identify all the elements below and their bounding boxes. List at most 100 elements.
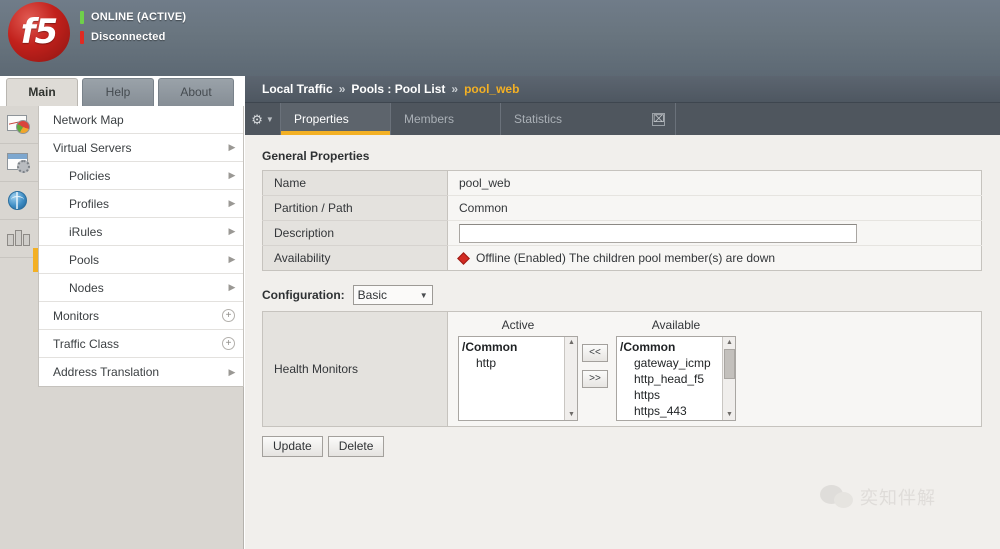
scroll-down-icon[interactable]: ▼ [565,409,577,420]
page-tab-strip: ⚙ ▼ Properties Members Statistics ⌧ [245,103,1000,135]
offline-diamond-icon [457,251,470,265]
sidebar-item-irules[interactable]: iRules ▶ [39,218,243,246]
wechat-watermark: 奕知伴解 [820,484,936,510]
table-row-name: Name pool_web [262,170,982,196]
general-properties-table: Name pool_web Partition / Path Common De… [262,170,982,271]
f5-bigip-admin-page: f5 ONLINE (ACTIVE) Disconnected Main Hel… [0,0,1000,549]
nav-tab-about[interactable]: About [158,78,234,106]
transfer-buttons: << >> [582,344,608,396]
chevron-right-icon: ▶ [228,366,236,377]
status-online-label: ONLINE (ACTIVE) [91,11,187,23]
chevron-down-icon: ▼ [265,114,274,124]
list-item[interactable]: /Common [462,339,564,355]
list-item[interactable]: http_head_f5 [620,371,722,387]
scroll-up-icon[interactable]: ▲ [723,337,735,348]
disconnected-indicator-icon [80,30,84,44]
health-monitors-control: Active Available /Common http ▲ ▼ << >> … [448,312,981,426]
sidebar-label-policies: Policies [69,168,111,183]
sidebar-item-monitors[interactable]: Monitors + [39,302,243,330]
nav-tab-main[interactable]: Main [6,78,78,106]
general-properties-title: General Properties [262,149,370,163]
scroll-down-icon[interactable]: ▼ [723,409,735,420]
active-list-header: Active [501,318,535,332]
plus-circle-icon[interactable]: + [222,337,235,350]
tab-statistics-label: Statistics [514,112,563,126]
left-sidebar: Statistics iApps DNS Local Traffic Netwo… [0,106,244,549]
sidebar-label-profiles: Profiles [69,196,110,211]
configuration-table: Health Monitors Active Available /Common… [262,311,982,427]
active-list-scrollbar[interactable]: ▲ ▼ [564,337,577,420]
scrollbar-thumb[interactable] [724,349,735,379]
move-right-button[interactable]: >> [582,370,608,388]
sidebar-item-network-map[interactable]: Network Map [39,106,243,134]
scroll-up-icon[interactable]: ▲ [565,337,577,348]
available-monitors-listbox[interactable]: /Common gateway_icmp http_head_f5 https … [616,336,736,421]
configuration-selected-value: Basic [357,288,387,302]
sidebar-item-pools[interactable]: Pools ▶ [33,246,243,274]
move-left-button[interactable]: << [582,344,608,362]
tab-properties-label: Properties [294,112,349,126]
properties-panel: General Properties Name pool_web Partiti… [245,135,1000,457]
dns-globe-icon [6,189,32,213]
sidebar-item-address-translation[interactable]: Address Translation ▶ [39,358,243,386]
popout-close-icon[interactable]: ⌧ [652,112,665,126]
tab-properties[interactable]: Properties [281,103,391,135]
tab-statistics[interactable]: Statistics ⌧ [501,103,676,135]
list-item[interactable]: https [620,387,722,403]
local-traffic-submenu: Network Map Virtual Servers ▶ Policies ▶… [33,106,244,387]
wechat-icon [820,484,854,510]
sidebar-item-nodes[interactable]: Nodes ▶ [39,274,243,302]
nav-tab-help[interactable]: Help [82,78,154,106]
list-item[interactable]: gateway_icmp [620,355,722,371]
description-input[interactable] [459,223,857,243]
configuration-label: Configuration: [262,288,345,302]
sidebar-item-virtual-servers[interactable]: Virtual Servers ▶ [39,134,243,162]
tab-members-label: Members [404,112,455,126]
value-partition-path: Common [447,195,982,221]
table-row-availability: Availability Offline (Enabled) The child… [262,245,982,271]
sidebar-item-profiles[interactable]: Profiles ▶ [39,190,243,218]
chevron-right-icon: ▶ [228,254,236,264]
available-list-header: Available [651,318,701,332]
chevron-right-icon: ▶ [228,198,236,208]
list-item[interactable]: https_443 [620,403,722,419]
watermark-text: 奕知伴解 [860,488,936,508]
content-area: Local Traffic » Pools : Pool List » pool… [245,76,1000,549]
list-item[interactable]: http [462,355,564,371]
sidebar-label-irules: iRules [69,224,103,239]
gear-menu-button[interactable]: ⚙ ▼ [245,103,281,135]
iapps-window-gear-icon [6,151,32,175]
delete-button[interactable]: Delete [327,436,385,457]
f5-logo-icon[interactable]: f5 [8,2,70,64]
breadcrumb-item-local-traffic[interactable]: Local Traffic [262,82,333,96]
sidebar-item-policies[interactable]: Policies ▶ [39,162,243,190]
status-row-connection: Disconnected [80,29,186,45]
list-item[interactable]: /Common [620,339,722,355]
gear-icon: ⚙ [251,111,263,127]
value-availability: Offline (Enabled) The children pool memb… [447,245,982,271]
sidebar-label-pools: Pools [69,252,100,267]
breadcrumb-current-pool: pool_web [464,82,520,96]
breadcrumb: Local Traffic » Pools : Pool List » pool… [245,76,1000,103]
tab-members[interactable]: Members [391,103,501,135]
active-monitors-listbox[interactable]: /Common http ▲ ▼ [458,336,578,421]
sidebar-label-address-translation: Address Translation [53,365,160,379]
chevron-right-icon: ▶ [228,142,236,152]
configuration-select[interactable]: Basic ▼ [352,285,433,305]
update-button[interactable]: Update [262,436,323,457]
plus-circle-icon[interactable]: + [222,309,235,322]
configuration-line: Configuration: Basic ▼ [262,285,1000,305]
statistics-chart-icon [6,113,32,137]
primary-nav-tabs: Main Help About [0,78,244,106]
status-row-online: ONLINE (ACTIVE) [80,9,186,25]
chevron-right-icon: ▶ [228,170,236,180]
sidebar-item-traffic-class[interactable]: Traffic Class + [39,330,243,358]
value-name: pool_web [447,170,982,196]
online-indicator-icon [80,10,84,24]
breadcrumb-item-pool-list[interactable]: Pools : Pool List [351,82,445,96]
sidebar-label-virtual-servers: Virtual Servers [53,140,132,155]
available-list-scrollbar[interactable]: ▲ ▼ [722,337,735,420]
availability-status-text: Offline (Enabled) The children pool memb… [476,251,776,265]
system-status-block: ONLINE (ACTIVE) Disconnected [80,9,186,49]
chevron-down-icon: ▼ [419,290,428,300]
